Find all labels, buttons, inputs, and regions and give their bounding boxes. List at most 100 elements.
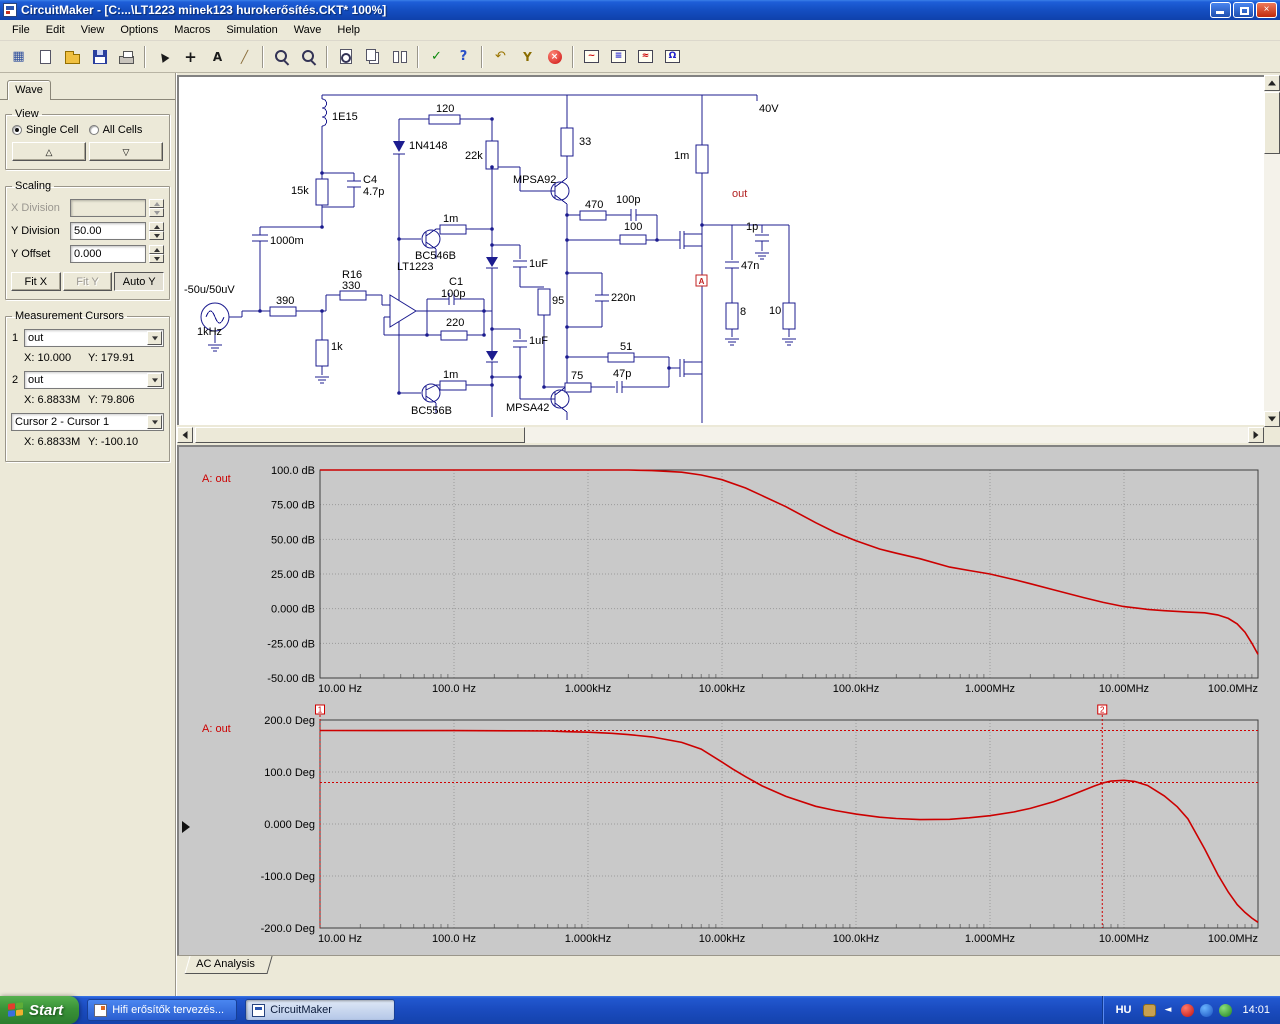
scope-display-button[interactable]: ~ xyxy=(579,44,604,69)
text-tool-button[interactable]: A xyxy=(205,44,230,69)
tab-wave[interactable]: Wave xyxy=(7,80,51,100)
spinner-down-icon[interactable] xyxy=(149,231,164,240)
plus-tool-button[interactable]: + xyxy=(178,44,203,69)
all-cells-radio[interactable]: All Cells xyxy=(88,124,142,136)
zoom-page-button[interactable] xyxy=(333,44,358,69)
minimize-button[interactable] xyxy=(1210,2,1231,18)
y-offset-input[interactable] xyxy=(70,245,146,263)
task-button-hifi-label: Hifi erősítők tervezés... xyxy=(112,1004,225,1016)
x-division-spinner[interactable] xyxy=(149,199,164,217)
dropdown-arrow-icon[interactable] xyxy=(147,331,162,345)
spinner-up-icon[interactable] xyxy=(149,222,164,231)
menu-item-options[interactable]: Options xyxy=(112,22,166,38)
split-pages-button[interactable] xyxy=(387,44,412,69)
dropdown-arrow-icon[interactable] xyxy=(147,373,162,387)
y-division-spinner[interactable] xyxy=(149,222,164,240)
maximize-button[interactable] xyxy=(1233,2,1254,18)
menu-item-wave[interactable]: Wave xyxy=(286,22,330,38)
schematic-vertical-scrollbar[interactable] xyxy=(1264,75,1280,427)
wire-tool-button[interactable]: ╱ xyxy=(232,44,257,69)
zoom-window-button[interactable] xyxy=(269,44,294,69)
spinner-up-icon[interactable] xyxy=(149,199,164,208)
zoom-tool-button[interactable] xyxy=(296,44,321,69)
horizontal-scroll-thumb[interactable] xyxy=(195,427,525,443)
schematic-resistors xyxy=(269,114,796,393)
tab-ac-analysis[interactable]: AC Analysis xyxy=(184,956,273,974)
cursor2-index: 2 xyxy=(11,374,19,386)
antivirus-tray-icon[interactable] xyxy=(1181,1003,1195,1017)
menu-item-edit[interactable]: Edit xyxy=(38,22,73,38)
volume-tray-icon[interactable] xyxy=(1162,1004,1175,1017)
component-label: 100p xyxy=(616,194,641,206)
component-label: out xyxy=(732,188,748,200)
menu-item-view[interactable]: View xyxy=(73,22,113,38)
cursor1-x-value: X: 10.000 xyxy=(24,352,72,364)
scope-display-icon: ~ xyxy=(584,50,599,63)
toolbar-separator xyxy=(481,45,483,68)
single-cell-radio[interactable]: Single Cell xyxy=(12,124,79,136)
cursor-tool-button[interactable]: ▲ xyxy=(151,44,176,69)
print-button[interactable] xyxy=(114,44,139,69)
menu-item-help[interactable]: Help xyxy=(329,22,368,38)
probe-tool-icon: Y xyxy=(523,49,532,64)
gain-x-tick-label: 100.0 Hz xyxy=(432,683,476,695)
dropdown-arrow-icon[interactable] xyxy=(147,415,162,429)
task-button-circuitmaker[interactable]: CircuitMaker xyxy=(245,999,396,1021)
spinner-down-icon[interactable] xyxy=(149,208,164,217)
component-label: 95 xyxy=(552,295,565,307)
stop-button[interactable]: × xyxy=(542,44,567,69)
cursors-group-title: Measurement Cursors xyxy=(15,310,124,322)
display-tray-icon[interactable] xyxy=(1143,1003,1157,1017)
open-file-button[interactable] xyxy=(60,44,85,69)
meter-display-button[interactable]: Ω xyxy=(660,44,685,69)
wave-previous-button[interactable]: △ xyxy=(12,142,86,161)
run-check-button[interactable]: ✓ xyxy=(424,44,449,69)
cursor1-signal-select[interactable]: out xyxy=(24,329,164,347)
start-button[interactable]: Start xyxy=(0,996,80,1024)
cursor2-signal-select[interactable]: out xyxy=(24,371,164,389)
scroll-up-button[interactable] xyxy=(1264,75,1280,91)
phase-x-tick-label: 100.0MHz xyxy=(1208,933,1258,945)
vertical-scroll-thumb[interactable] xyxy=(1264,92,1280,154)
panel-splitter-arrow[interactable] xyxy=(182,821,190,833)
scroll-down-button[interactable] xyxy=(1264,411,1280,427)
wave-next-button[interactable]: ▽ xyxy=(89,142,163,161)
update-tray-icon[interactable] xyxy=(1219,1003,1233,1017)
menu-item-file[interactable]: File xyxy=(4,22,38,38)
save-button[interactable] xyxy=(87,44,112,69)
undo-button[interactable]: ↶ xyxy=(488,44,513,69)
schematic-canvas[interactable]: A 1E15 120 1N4148 22k 33 MPSA92 1m 40V out 15k C4 4… xyxy=(177,75,1264,425)
new-file-button[interactable] xyxy=(33,44,58,69)
scroll-right-button[interactable] xyxy=(1248,427,1264,443)
component-label: 1m xyxy=(443,213,459,225)
menu-item-simulation[interactable]: Simulation xyxy=(218,22,285,38)
spinner-down-icon[interactable] xyxy=(149,254,164,263)
zoom-tool-icon xyxy=(300,48,317,65)
y-division-input[interactable] xyxy=(70,222,146,240)
window-button[interactable]: ▦ xyxy=(6,44,31,69)
pages-button[interactable] xyxy=(360,44,385,69)
schematic-horizontal-scrollbar[interactable] xyxy=(177,427,1264,443)
task-button-hifi[interactable]: Hifi erősítők tervezés... xyxy=(87,999,238,1021)
scroll-left-button[interactable] xyxy=(177,427,193,443)
probe-tool-button[interactable]: Y xyxy=(515,44,540,69)
logic-display-button[interactable]: ≡ xyxy=(606,44,631,69)
fit-x-button[interactable]: Fit X xyxy=(11,272,61,291)
spinner-up-icon[interactable] xyxy=(149,245,164,254)
cursor-difference-select[interactable]: Cursor 2 - Cursor 1 xyxy=(11,413,164,431)
menu-item-macros[interactable]: Macros xyxy=(166,22,218,38)
language-indicator[interactable]: HU xyxy=(1116,1004,1132,1016)
signal-display-button[interactable]: ≈ xyxy=(633,44,658,69)
y-offset-spinner[interactable] xyxy=(149,245,164,263)
opamp-symbol xyxy=(389,294,417,328)
gain-y-tick-label: -50.00 dB xyxy=(267,673,315,685)
analysis-plots[interactable]: 100.0 dB 75.00 dB 50.00 dB 25.00 dB 0.000 dB… xyxy=(179,447,1280,955)
auto-y-button[interactable]: Auto Y xyxy=(114,272,165,291)
x-division-input[interactable] xyxy=(70,199,146,217)
text-tool-icon: A xyxy=(212,49,223,64)
fit-y-button[interactable]: Fit Y xyxy=(62,272,113,291)
close-button[interactable]: × xyxy=(1256,2,1277,18)
component-label: BC556B xyxy=(411,405,452,417)
help-button[interactable]: ? xyxy=(451,44,476,69)
messenger-tray-icon[interactable] xyxy=(1200,1003,1214,1017)
